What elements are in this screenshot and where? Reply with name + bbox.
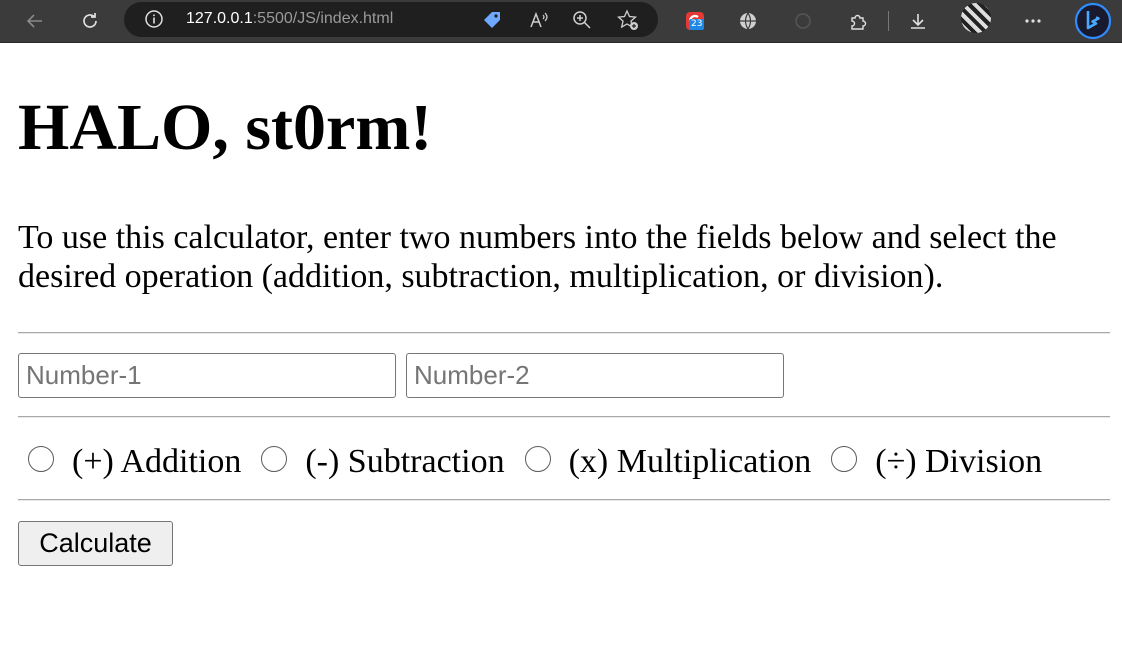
- divider: [18, 332, 1110, 334]
- extension-badge-icon[interactable]: 23: [680, 6, 710, 36]
- calculate-button[interactable]: Calculate: [18, 521, 173, 566]
- globe-icon[interactable]: [733, 6, 763, 36]
- url-text: 127.0.0.1:5500/JS/index.html: [186, 10, 393, 28]
- back-icon[interactable]: [20, 6, 50, 36]
- intro-text: To use this calculator, enter two number…: [18, 219, 1057, 295]
- notification-badge: 23: [689, 19, 705, 30]
- label-subtraction[interactable]: (-) Subtraction: [305, 443, 504, 481]
- download-icon[interactable]: [903, 6, 933, 36]
- divider: [18, 416, 1110, 418]
- bing-icon[interactable]: [1073, 1, 1113, 41]
- extension-icon[interactable]: [788, 6, 818, 36]
- radio-multiplication[interactable]: [524, 446, 551, 472]
- address-bar[interactable]: 127.0.0.1:5500/JS/index.html: [124, 2, 658, 37]
- toolbar-separator: [888, 11, 889, 31]
- divider: [18, 499, 1110, 501]
- url-path: :5500/JS/index.html: [252, 10, 394, 27]
- browser-toolbar: 127.0.0.1:5500/JS/index.html 23: [0, 0, 1122, 43]
- label-division[interactable]: (÷) Division: [875, 443, 1042, 481]
- read-aloud-icon[interactable]: [527, 8, 551, 32]
- more-icon[interactable]: [1018, 6, 1048, 36]
- favorite-add-icon[interactable]: [616, 8, 640, 32]
- url-host: 127.0.0.1: [186, 10, 253, 27]
- label-addition[interactable]: (+) Addition: [72, 443, 241, 481]
- info-icon[interactable]: [144, 9, 164, 29]
- radio-subtraction[interactable]: [261, 446, 288, 472]
- page-title: HALO, st0rm!: [18, 91, 433, 164]
- number-1-input[interactable]: [18, 353, 396, 398]
- tag-icon[interactable]: [480, 8, 504, 32]
- label-multiplication[interactable]: (x) Multiplication: [569, 443, 812, 481]
- radio-division[interactable]: [831, 446, 858, 472]
- avatar[interactable]: [961, 3, 991, 33]
- number-2-input[interactable]: [406, 353, 784, 398]
- puzzle-icon[interactable]: [843, 6, 873, 36]
- refresh-icon[interactable]: [75, 6, 105, 36]
- radio-addition[interactable]: [28, 446, 54, 472]
- zoom-icon[interactable]: [570, 8, 594, 32]
- operation-group: (+) Addition (-) Subtraction (x) Multipl…: [28, 440, 1062, 484]
